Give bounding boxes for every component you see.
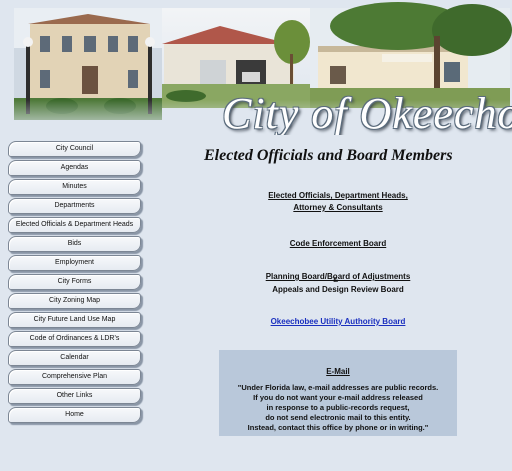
elected-officials-link[interactable]: Elected Officials, Department Heads, Att…: [188, 190, 488, 214]
email-notice-line: in response to a public-records request,: [266, 403, 410, 412]
nav-calendar-button[interactable]: Calendar: [8, 350, 141, 366]
nav-elected-officials-button[interactable]: Elected Officials & Department Heads: [8, 217, 141, 233]
elected-officials-link-line2[interactable]: Attorney & Consultants: [188, 202, 488, 214]
nav-button-label: Agendas: [60, 164, 89, 171]
banner-title: City of Okeechobee: [222, 89, 512, 135]
nav-button-label: City Council: [55, 145, 94, 152]
nav-future-land-use-map-button[interactable]: City Future Land Use Map: [8, 312, 141, 328]
elected-officials-link-line1[interactable]: Elected Officials, Department Heads,: [188, 190, 488, 202]
page-title: Elected Officials and Board Members: [204, 147, 453, 164]
utility-authority-link[interactable]: Okeechobee Utility Authority Board: [188, 316, 488, 328]
sidebar-nav: City Council Agendas Minutes Departments…: [8, 141, 141, 426]
email-notice-text: "Under Florida law, e-mail addresses are…: [219, 383, 457, 433]
nav-button-label: Bids: [67, 240, 82, 247]
nav-employment-button[interactable]: Employment: [8, 255, 141, 271]
nav-button-label: Elected Officials & Department Heads: [15, 221, 134, 228]
code-enforcement-link-text[interactable]: Code Enforcement Board: [188, 238, 488, 250]
nav-button-label: Minutes: [62, 183, 87, 190]
email-notice-line: do not send electronic mail to this enti…: [265, 413, 411, 422]
utility-authority-link-text[interactable]: Okeechobee Utility Authority Board: [188, 316, 488, 328]
nav-button-label: Departments: [54, 202, 95, 209]
nav-button-label: City Future Land Use Map: [33, 316, 116, 323]
nav-agendas-button[interactable]: Agendas: [8, 160, 141, 176]
nav-button-label: Home: [65, 411, 84, 418]
nav-city-council-button[interactable]: City Council: [8, 141, 141, 157]
email-notice-line: Instead, contact this office by phone or…: [247, 423, 429, 432]
nav-bids-button[interactable]: Bids: [8, 236, 141, 252]
nav-button-label: City Zoning Map: [49, 297, 100, 304]
email-notice-title[interactable]: E-Mail: [219, 367, 457, 376]
code-enforcement-link[interactable]: Code Enforcement Board: [188, 238, 488, 250]
appeals-design-review-link[interactable]: Appeals and Design Review Board: [188, 284, 488, 296]
nav-button-label: Other Links: [56, 392, 93, 399]
email-notice-line: If you do not want your e-mail address r…: [253, 393, 423, 402]
nav-button-label: Code of Ordinances & LDR's: [29, 335, 120, 342]
nav-city-zoning-map-button[interactable]: City Zoning Map: [8, 293, 141, 309]
nav-button-label: City Forms: [57, 278, 92, 285]
nav-button-label: Calendar: [60, 354, 89, 361]
nav-comprehensive-plan-button[interactable]: Comprehensive Plan: [8, 369, 141, 385]
planning-ampersand: &: [333, 277, 339, 284]
nav-minutes-button[interactable]: Minutes: [8, 179, 141, 195]
nav-other-links-button[interactable]: Other Links: [8, 388, 141, 404]
nav-departments-button[interactable]: Departments: [8, 198, 141, 214]
nav-button-label: Employment: [55, 259, 94, 266]
nav-button-label: Comprehensive Plan: [42, 373, 107, 380]
nav-code-of-ordinances-button[interactable]: Code of Ordinances & LDR's: [8, 331, 141, 347]
email-notice-box: E-Mail "Under Florida law, e-mail addres…: [219, 350, 457, 436]
nav-city-forms-button[interactable]: City Forms: [8, 274, 141, 290]
nav-home-button[interactable]: Home: [8, 407, 141, 423]
email-notice-line: "Under Florida law, e-mail addresses are…: [237, 383, 439, 392]
header-banner: City of Okeechobee: [0, 0, 512, 135]
